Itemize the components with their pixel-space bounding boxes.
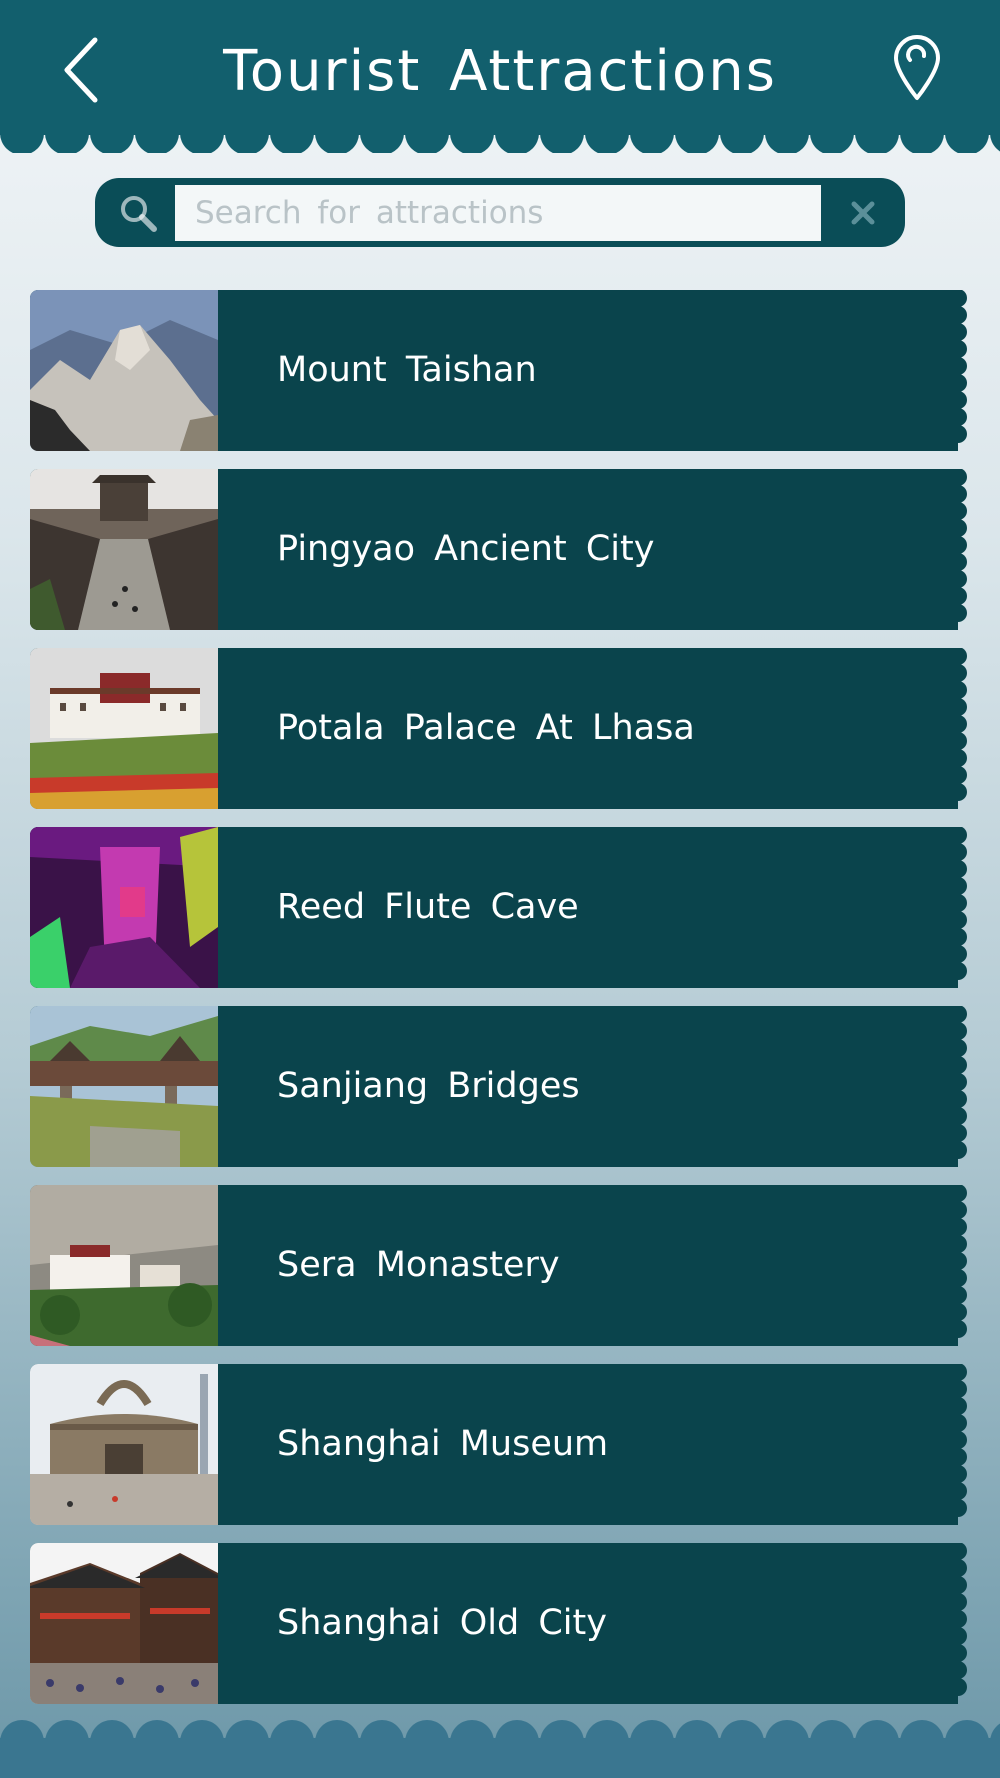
attraction-name: Shanghai Old City	[277, 1603, 607, 1643]
attraction-name: Mount Taishan	[277, 350, 537, 390]
list-item[interactable]: Reed Flute Cave	[30, 827, 967, 988]
old-street-thumbnail	[30, 469, 218, 630]
attraction-name: Sanjiang Bridges	[277, 1066, 580, 1106]
footer-wave-border	[0, 1720, 1000, 1778]
list-item[interactable]: Pingyao Ancient City	[30, 469, 967, 630]
scallop-edge	[956, 1185, 967, 1338]
attraction-name: Shanghai Museum	[277, 1424, 609, 1464]
attraction-name: Sera Monastery	[277, 1245, 560, 1285]
old-city-thumbnail	[30, 1543, 218, 1704]
list-item[interactable]: Sanjiang Bridges	[30, 1006, 967, 1167]
list-item[interactable]: Shanghai Old City	[30, 1543, 967, 1704]
list-item[interactable]: Potala Palace At Lhasa	[30, 648, 967, 809]
back-button[interactable]	[55, 30, 115, 110]
monastery-thumbnail	[30, 1185, 218, 1346]
magnifier-icon	[121, 196, 157, 232]
attraction-name: Potala Palace At Lhasa	[277, 708, 695, 748]
scallop-edge	[956, 1006, 967, 1159]
bridge-thumbnail	[30, 1006, 218, 1167]
cave-thumbnail	[30, 827, 218, 988]
list-item[interactable]: Mount Taishan	[30, 290, 967, 451]
scallop-edge	[956, 1543, 967, 1696]
list-item[interactable]: Shanghai Museum	[30, 1364, 967, 1525]
scallop-edge	[956, 469, 967, 622]
chevron-left-icon	[64, 37, 98, 103]
attraction-name: Pingyao Ancient City	[277, 529, 655, 569]
search-bar	[95, 178, 905, 247]
attraction-name: Reed Flute Cave	[277, 887, 579, 927]
header-wave-border	[0, 133, 1000, 153]
scallop-edge	[956, 827, 967, 980]
list-item[interactable]: Sera Monastery	[30, 1185, 967, 1346]
scallop-edge	[956, 290, 967, 443]
app-header: Tourist Attractions	[0, 0, 1000, 135]
search-input[interactable]	[175, 185, 821, 241]
museum-thumbnail	[30, 1364, 218, 1525]
close-icon	[851, 201, 875, 225]
page-title: Tourist Attractions	[223, 39, 777, 104]
map-pin-icon	[894, 35, 940, 100]
location-button[interactable]	[888, 34, 946, 102]
palace-thumbnail	[30, 648, 218, 809]
scallop-edge	[956, 1364, 967, 1517]
clear-search-button[interactable]	[831, 185, 895, 241]
mountain-thumbnail	[30, 290, 218, 451]
scallop-edge	[956, 648, 967, 801]
